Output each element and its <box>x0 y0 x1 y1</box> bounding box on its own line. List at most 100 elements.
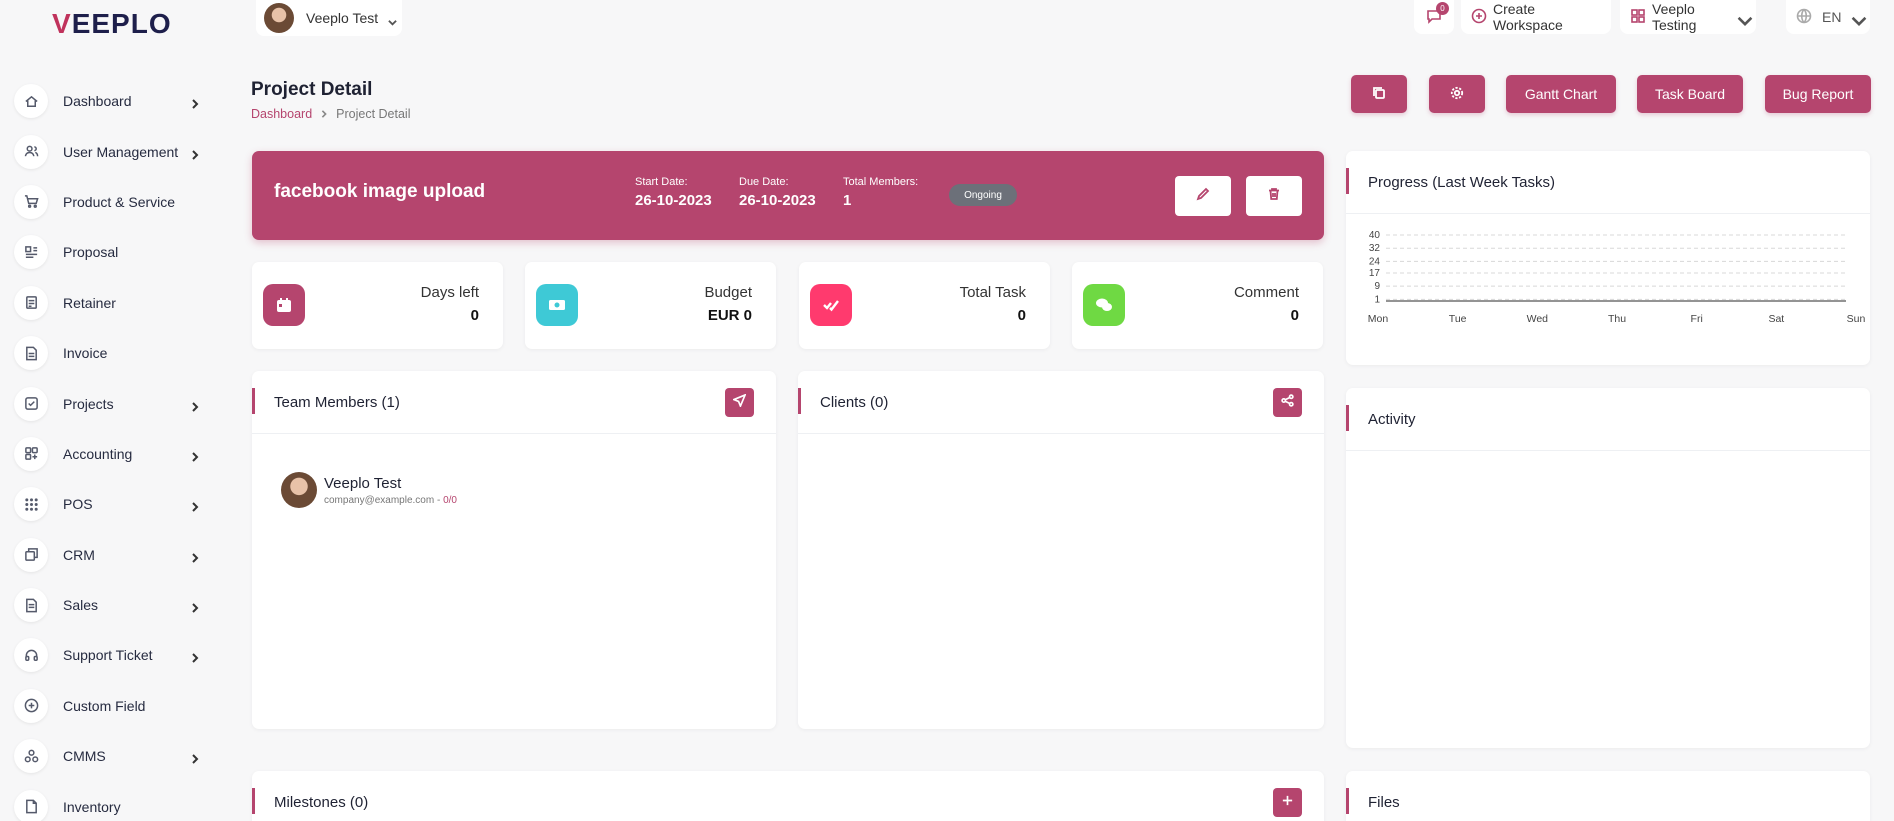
workspace-icon <box>1630 8 1646 27</box>
add-milestone-button[interactable] <box>1273 788 1302 817</box>
sidebar-item-label: Inventory <box>63 798 121 815</box>
sidebar-item-user-management[interactable]: User Management <box>0 126 232 176</box>
invite-member-button[interactable] <box>725 388 754 417</box>
headset-icon <box>14 638 48 673</box>
sidebar-item-custom-field[interactable]: Custom Field <box>0 681 232 731</box>
team-members-title: Team Members (1) <box>274 394 400 411</box>
inventory-icon <box>14 789 48 821</box>
money-icon <box>536 284 578 326</box>
accent-bar <box>1346 405 1349 431</box>
progress-header: Progress (Last Week Tasks) <box>1346 151 1870 214</box>
chevron-right-icon <box>190 449 200 462</box>
avatar <box>264 3 294 33</box>
messages-count-badge: 0 <box>1436 2 1449 15</box>
retainer-icon <box>14 285 48 320</box>
member-name: Veeplo Test <box>324 474 402 492</box>
sidebar-item-retainer[interactable]: Retainer <box>0 278 232 328</box>
page-title: Project Detail <box>251 79 373 100</box>
start-date-value: 26-10-2023 <box>635 192 712 209</box>
chevron-right-icon <box>190 550 200 563</box>
create-workspace-label: Create Workspace <box>1493 1 1563 33</box>
total-members-label: Total Members: <box>843 176 919 188</box>
status-badge: Ongoing <box>949 184 1017 206</box>
workspace-name: Veeplo Testing <box>1652 1 1697 33</box>
due-date-label: Due Date: <box>739 176 789 188</box>
sidebar-item-label: Invoice <box>63 345 108 362</box>
cart-icon <box>14 184 48 219</box>
globe-icon <box>1796 8 1812 27</box>
calendar-icon <box>263 284 305 326</box>
edit-project-button[interactable] <box>1175 176 1231 216</box>
activity-card: Activity <box>1346 388 1870 748</box>
sidebar-item-projects[interactable]: Projects <box>0 378 232 428</box>
home-icon <box>14 84 48 119</box>
x-tick-label: Tue <box>1449 313 1467 325</box>
accounting-icon <box>14 436 48 471</box>
member-email-text: company@example.com <box>324 494 435 506</box>
sidebar-item-pos[interactable]: POS <box>0 479 232 529</box>
create-workspace-button[interactable]: Create Workspace <box>1461 0 1611 34</box>
accent-bar <box>1346 788 1349 814</box>
member-email: company@example.com - 0/0 <box>324 494 457 506</box>
trash-icon <box>1267 187 1281 206</box>
sidebar-item-invoice[interactable]: Invoice <box>0 328 232 378</box>
x-tick-label: Mon <box>1368 313 1389 325</box>
invoice-icon <box>14 336 48 371</box>
sidebar-nav: Dashboard User Management Product & Servic… <box>0 76 232 821</box>
list-item: Veeplo Test company@example.com - 0/0 <box>281 472 457 508</box>
sidebar-item-label: Product & Service <box>63 193 176 210</box>
sidebar-item-label: Sales <box>63 597 99 614</box>
stat-label: Comment <box>1233 284 1299 301</box>
proposal-icon <box>14 235 48 270</box>
milestones-title: Milestones (0) <box>274 794 369 811</box>
cmms-icon <box>14 739 48 774</box>
bug-report-button[interactable]: Bug Report <box>1765 75 1871 113</box>
files-title: Files <box>1368 794 1400 811</box>
delete-project-button[interactable] <box>1246 176 1302 216</box>
sidebar-item-crm[interactable]: CRM <box>0 530 232 580</box>
breadcrumb-dashboard-link[interactable]: Dashboard <box>251 107 312 121</box>
sidebar-item-sales[interactable]: Sales <box>0 580 232 630</box>
sidebar-item-dashboard[interactable]: Dashboard <box>0 76 232 126</box>
plus-circle-icon <box>14 688 48 723</box>
breadcrumb: Dashboard Project Detail <box>251 107 411 121</box>
stat-value: 0 <box>1290 307 1299 324</box>
language-switcher[interactable]: EN <box>1786 0 1870 34</box>
stat-value: EUR 0 <box>707 307 752 324</box>
project-settings-button[interactable] <box>1429 75 1485 113</box>
y-tick-label: 24 <box>1369 256 1381 267</box>
stat-card-budget: Budget EUR 0 <box>525 262 776 349</box>
activity-header: Activity <box>1346 388 1870 451</box>
workspace-switcher[interactable]: Veeplo Testing <box>1620 0 1756 34</box>
sidebar-item-label: Proposal <box>63 244 119 261</box>
gantt-chart-button[interactable]: Gantt Chart <box>1506 75 1616 113</box>
x-tick-label: Wed <box>1527 313 1549 325</box>
sidebar-item-proposal[interactable]: Proposal <box>0 227 232 277</box>
copy-project-button[interactable] <box>1351 75 1407 113</box>
messages-button[interactable]: 0 <box>1414 0 1454 34</box>
sidebar-item-support-ticket[interactable]: Support Ticket <box>0 630 232 680</box>
chevron-right-icon <box>190 600 200 613</box>
stat-label: Total Task <box>959 284 1026 301</box>
project-name: facebook image upload <box>274 181 486 202</box>
milestones-card: Milestones (0) <box>252 771 1324 821</box>
user-name: Veeplo Test <box>306 10 379 26</box>
user-menu[interactable]: Veeplo Test <box>256 0 402 36</box>
sidebar-item-cmms[interactable]: CMMS <box>0 731 232 781</box>
brand-logo[interactable]: VEEPLO <box>52 8 172 40</box>
accent-bar <box>252 388 255 414</box>
share-clients-button[interactable] <box>1273 388 1302 417</box>
chevron-down-icon <box>388 14 397 26</box>
due-date-value: 26-10-2023 <box>739 192 816 209</box>
x-tick-label: Sat <box>1768 313 1784 325</box>
sidebar-item-product-service[interactable]: Product & Service <box>0 177 232 227</box>
y-tick-label: 40 <box>1369 230 1381 241</box>
chevron-right-icon <box>190 96 200 109</box>
task-board-button[interactable]: Task Board <box>1637 75 1743 113</box>
sidebar-item-inventory[interactable]: Inventory <box>0 781 232 821</box>
sidebar-item-accounting[interactable]: Accounting <box>0 429 232 479</box>
clients-card: Clients (0) <box>798 371 1324 729</box>
due-date: Due Date: 26-10-2023 <box>739 176 816 209</box>
x-tick-label: Thu <box>1608 313 1626 325</box>
stat-card-total-task: Total Task 0 <box>799 262 1050 349</box>
